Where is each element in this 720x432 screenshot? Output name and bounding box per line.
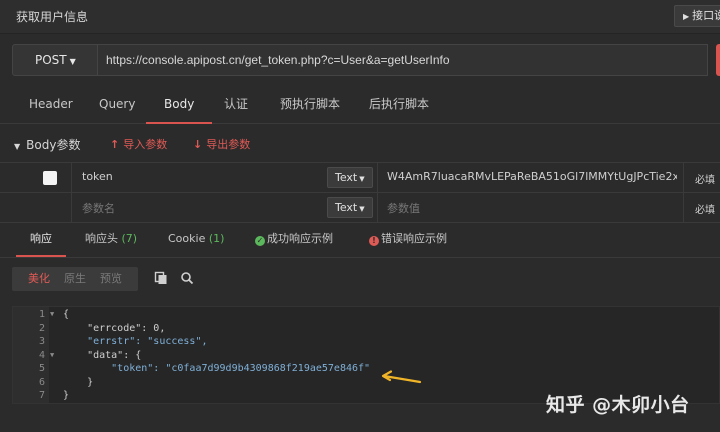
line-number: 5: [38, 363, 45, 374]
caret-down-icon: ▼: [14, 142, 21, 151]
tab-body[interactable]: Body: [145, 86, 213, 124]
tab-cookie-label: Cookie: [168, 232, 206, 245]
code-line: "data": {: [63, 349, 142, 361]
tab-cookie[interactable]: Cookie (1): [168, 223, 224, 257]
top-bar: 获取用户信息 ▶接口说: [0, 0, 720, 34]
format-preview-button[interactable]: 预览: [100, 267, 122, 291]
tab-response[interactable]: 响应: [16, 223, 66, 257]
method-select[interactable]: POST ▼: [12, 44, 98, 76]
line-number: 3: [38, 336, 45, 347]
param-check-cell: [0, 193, 72, 222]
param-value-input[interactable]: 参数值: [387, 200, 677, 216]
response-headers-count: (7): [121, 232, 138, 245]
tab-success-example-label: 成功响应示例: [267, 232, 333, 245]
code-line: {: [63, 309, 70, 320]
line-number: 4: [38, 349, 45, 361]
param-required-select[interactable]: 必填: [695, 171, 715, 186]
caret-down-icon: ▼: [69, 57, 76, 66]
annotation-arrow-icon: [381, 370, 422, 384]
method-label: POST: [35, 53, 67, 67]
url-row: POST ▼ https://console.apipost.cn/get_tok…: [0, 34, 720, 86]
api-doc-button-label: 接口说: [692, 9, 720, 22]
line-number: 6: [38, 376, 45, 388]
line-number: 1: [38, 309, 45, 320]
watermark: 知乎 @木卯小台: [546, 394, 690, 416]
export-params-label: 导出参数: [206, 138, 251, 151]
format-pretty-button[interactable]: 美化: [28, 267, 50, 291]
param-key-input[interactable]: 参数名: [82, 200, 115, 216]
play-icon: ▶: [683, 12, 690, 21]
param-row: 参数名 Text ▼ 参数值 必填: [0, 192, 720, 222]
import-params-label: 导入参数: [123, 138, 168, 151]
param-type-label: Text: [335, 201, 358, 214]
tab-query[interactable]: Query: [99, 86, 135, 124]
fold-arrow-icon[interactable]: ▼: [50, 308, 58, 322]
tab-post-script[interactable]: 后执行脚本: [369, 86, 429, 124]
caret-down-icon: ▼: [359, 205, 365, 213]
url-input[interactable]: https://console.apipost.cn/get_token.php…: [98, 44, 708, 76]
fold-arrow-icon[interactable]: ▼: [50, 349, 58, 363]
tab-error-example-label: 错误响应示例: [381, 232, 447, 245]
body-params-toggle[interactable]: ▼ Body参数: [14, 136, 80, 153]
param-type-select[interactable]: Text ▼: [327, 167, 373, 188]
arrow-up-icon: ↑: [110, 138, 120, 151]
param-checkbox[interactable]: [43, 171, 57, 185]
tab-pre-script[interactable]: 预执行脚本: [280, 86, 340, 124]
request-tabs: Header Query Body 认证 预执行脚本 后执行脚本: [0, 86, 720, 124]
tab-success-example[interactable]: ✓ 成功响应示例: [255, 223, 333, 257]
body-params-label: Body参数: [26, 138, 81, 152]
copy-icon[interactable]: [154, 271, 168, 285]
format-raw-button[interactable]: 原生: [64, 267, 86, 291]
caret-down-icon: ▼: [359, 175, 365, 183]
tab-header[interactable]: Header: [29, 86, 73, 124]
tab-response-headers-label: 响应头: [85, 232, 118, 245]
arrow-down-icon: ↓: [193, 138, 203, 151]
code-line: }: [63, 376, 94, 388]
api-doc-button[interactable]: ▶接口说: [674, 5, 720, 27]
param-type-label: Text: [335, 171, 358, 184]
param-value-input[interactable]: W4AmR7luacaRMvLEPaReBA51oGl7lMMYtUgJPcTi…: [387, 170, 677, 183]
line-number: 7: [38, 390, 45, 401]
check-circle-icon: ✓: [255, 236, 265, 246]
tab-response-label: 响应: [30, 232, 52, 245]
response-toolbar: 美化 原生 预览: [0, 258, 720, 306]
alert-circle-icon: !: [369, 236, 379, 246]
code-line: "token": "c0faa7d99d9b4309868f219ae57e84…: [63, 363, 371, 374]
response-tabs: 响应 响应头 (7) Cookie (1) ✓ 成功响应示例 ! 错误响应示例: [0, 222, 720, 258]
code-line: "errstr": "success",: [63, 336, 208, 347]
line-number: 2: [38, 322, 45, 334]
tab-auth[interactable]: 认证: [224, 86, 248, 124]
param-row: token Text ▼ W4AmR7luacaRMvLEPaReBA51oGl7…: [0, 162, 720, 192]
format-segmented-control: 美化 原生 预览: [12, 267, 138, 291]
param-required-select[interactable]: 必填: [695, 201, 715, 216]
param-type-select[interactable]: Text ▼: [327, 197, 373, 218]
tab-error-example[interactable]: ! 错误响应示例: [369, 223, 447, 257]
param-key-input[interactable]: token: [82, 170, 113, 183]
code-line: "errcode": 0,: [63, 322, 166, 334]
tab-response-headers[interactable]: 响应头 (7): [85, 223, 137, 257]
cookie-count: (1): [208, 232, 225, 245]
page-title: 获取用户信息: [16, 10, 89, 24]
param-check-cell: [0, 163, 72, 192]
code-line: }: [63, 390, 70, 401]
send-button[interactable]: [716, 44, 720, 76]
import-params-button[interactable]: ↑ 导入参数: [110, 136, 167, 152]
body-params-header: ▼ Body参数 ↑ 导入参数 ↓ 导出参数: [0, 124, 720, 162]
export-params-button[interactable]: ↓ 导出参数: [193, 136, 250, 152]
search-icon[interactable]: [180, 271, 194, 285]
